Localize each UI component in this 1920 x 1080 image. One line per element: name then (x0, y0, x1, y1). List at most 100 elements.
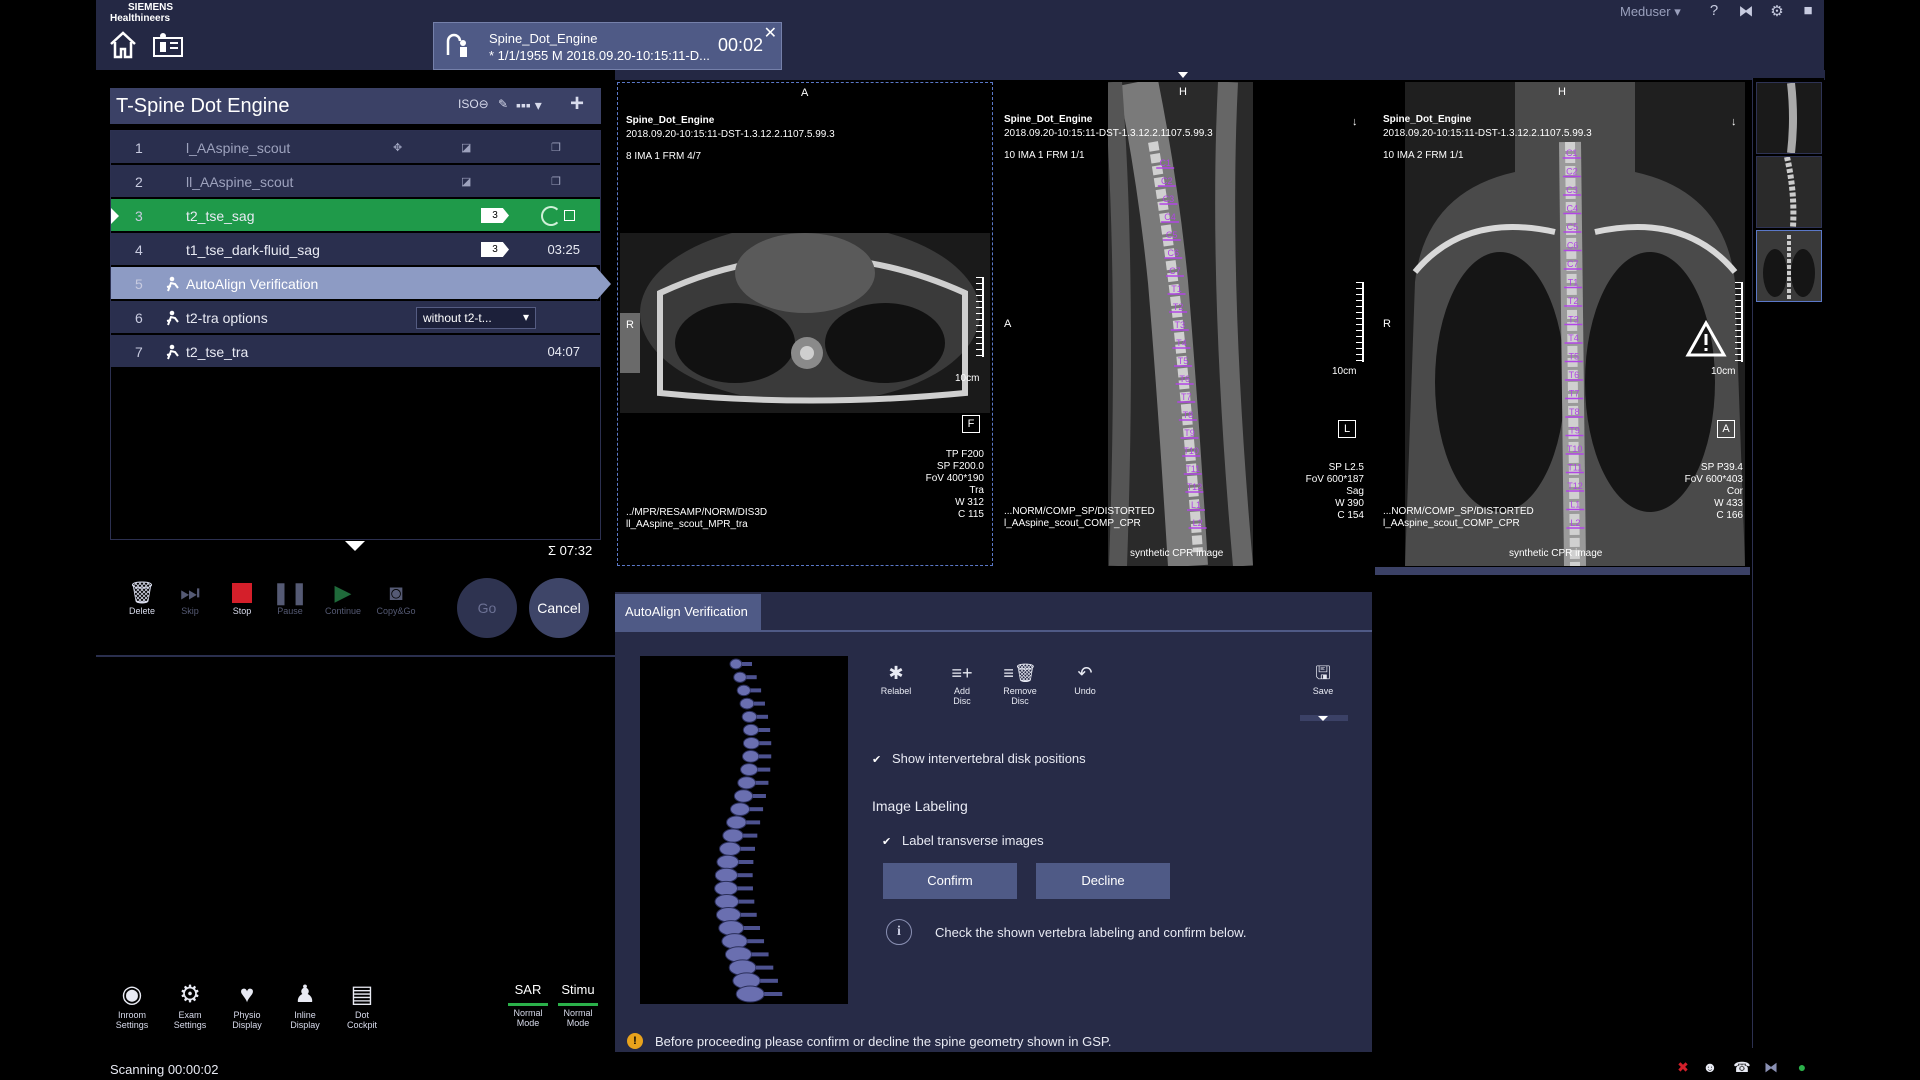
go-button[interactable]: Go (457, 578, 517, 638)
relabel-button[interactable]: ✱ Relabel (871, 660, 921, 696)
spinous-process (749, 807, 764, 812)
warning-message: Before proceeding please confirm or decl… (655, 1034, 1112, 1049)
vertebra-body (741, 710, 758, 723)
down-arrow-icon[interactable]: ↓ (1731, 116, 1737, 128)
patient-elapsed-time: 00:02 (718, 35, 764, 55)
orientation-cube-icon[interactable]: L (1338, 420, 1356, 438)
vertebra-label: T8 (1569, 407, 1580, 417)
person-status-icon[interactable]: ☻ (1701, 1058, 1719, 1076)
protocol-row-running[interactable]: 3 t2_tse_sag 3 (111, 199, 600, 233)
gear-icon[interactable]: ⚙ (1767, 2, 1787, 20)
vertebra-body (714, 880, 739, 896)
confirm-button[interactable]: Confirm (883, 863, 1017, 899)
viewer-sagittal[interactable]: C1 C2 C3 C4 C5 C6 C7 T1 T2 T3 T4 T5 T6 T7 T8 T9 T10 T11 T1… (996, 82, 1372, 566)
help-icon[interactable]: ? (1704, 2, 1724, 19)
move-icon[interactable]: ✥ (393, 141, 402, 154)
thumbnail-selected[interactable] (1756, 230, 1822, 302)
orientation-left: R (1383, 318, 1391, 330)
orientation-cube-icon[interactable]: A (1717, 420, 1735, 438)
add-icon[interactable]: + (570, 90, 584, 118)
dot-cockpit-button[interactable]: ▤ Dot Cockpit (334, 980, 390, 1030)
tool-label: Cockpit (346, 1020, 377, 1030)
inroom-settings-button[interactable]: ◉ Inroom Settings (104, 980, 160, 1030)
vertebra-body (726, 815, 747, 830)
thumbnail[interactable] (1756, 156, 1822, 228)
close-icon[interactable]: ✕ (764, 23, 777, 43)
spinous-process (755, 965, 774, 970)
protocol-row[interactable]: 4 t1_tse_dark-fluid_sag 3 03:25 (111, 233, 600, 267)
tab-autoalign-verification[interactable]: AutoAlign Verification (615, 594, 761, 630)
copy-go-label: Copy&Go (376, 606, 416, 616)
t2-tra-options-select[interactable]: without t2-t... ▾ (416, 307, 536, 329)
inline-display-button[interactable]: ♟ Inline Display (277, 980, 333, 1030)
spinous-process (740, 912, 757, 917)
copy-icon[interactable]: ❐ (551, 141, 561, 154)
save-button[interactable]: 🖫 Save (1298, 660, 1348, 696)
viewer-series-name: l_AAspine_scout_COMP_CPR (1004, 518, 1141, 529)
viewer-coronal[interactable]: C1 C2 C3 C4 C5 C6 C7 T1 T2 T3 T4 T5 T6 T7 T8 T9 T10 T11 T1… (1375, 82, 1751, 566)
protocol-row-selected[interactable]: 5 AutoAlign Verification (111, 267, 611, 301)
protocol-row[interactable]: 6 t2-tra options without t2-t... ▾ (111, 301, 600, 335)
viewer-footer: synthetic CPR image (1130, 548, 1224, 559)
error-icon[interactable]: ✖ (1674, 1058, 1692, 1076)
row-name: AutoAlign Verification (186, 276, 319, 292)
delete-button[interactable]: 🗑 Delete (116, 580, 168, 616)
down-arrow-icon[interactable]: ↓ (1352, 116, 1358, 128)
stop-button[interactable]: Stop (216, 580, 268, 616)
copy-icon[interactable]: ❐ (551, 175, 561, 188)
bowtie-icon[interactable]: ⧓ (1736, 2, 1756, 20)
vertebra-label: T4 (1176, 338, 1187, 348)
decline-button[interactable]: Decline (1036, 863, 1170, 899)
edit-icon[interactable]: ◪ (461, 175, 471, 188)
copy-go-button[interactable]: ◙ Copy&Go (370, 580, 422, 616)
mri-sagittal-image: C1 C2 C3 C4 C5 C6 C7 T1 T2 T3 T4 T5 T6 T7 T8 T9 T10 T11 T1… (1108, 82, 1253, 566)
phone-icon[interactable]: ☎ (1733, 1058, 1751, 1076)
protocol-row[interactable]: 7 t2_tse_tra 04:07 (111, 335, 600, 369)
user-menu[interactable]: Meduser ▾ (1620, 4, 1681, 20)
vertebra-body (742, 736, 760, 750)
logo-line-1: SIEMENS (128, 2, 174, 13)
vertebra-label: C6 (1168, 248, 1180, 258)
exam-icon[interactable] (152, 30, 186, 60)
row-number: 2 (135, 174, 143, 190)
viewer-transverse[interactable]: A Spine_Dot_Engine 2018.09.20-10:15:11-D… (617, 82, 993, 566)
patient-card[interactable]: Spine_Dot_Engine * 1/1/1955 M 2018.09.20… (433, 22, 782, 70)
show-disks-checkbox[interactable]: ✔ Show intervertebral disk positions (872, 751, 1086, 766)
camera-icon[interactable]: ■ (1798, 2, 1818, 19)
protocol-row[interactable]: 2 ll_AAspine_scout ◪ ❐ (111, 165, 600, 199)
globe-icon[interactable]: ● (1793, 1058, 1811, 1076)
spine-3d-view[interactable] (640, 656, 848, 1004)
expand-icon[interactable] (1178, 72, 1188, 78)
vertebra-label: C7 (1567, 259, 1579, 269)
edit-icon[interactable]: ◪ (461, 141, 471, 154)
cancel-button[interactable]: Cancel (529, 578, 589, 638)
bowtie-icon[interactable]: ⧓ (1762, 1058, 1780, 1076)
orientation-cube-icon[interactable]: F (962, 415, 980, 433)
stop-label: Stop (232, 606, 252, 616)
collapse-icon[interactable] (345, 541, 365, 551)
gear-icon: ⚙ (179, 981, 201, 1008)
tool-label: Display (290, 1020, 320, 1030)
thumbnail[interactable] (1756, 82, 1822, 154)
row-name: l_AAspine_scout (186, 140, 291, 156)
stop-square-icon[interactable] (564, 210, 575, 221)
tool-label: Inline (294, 1010, 316, 1020)
protocol-row[interactable]: 1 l_AAspine_scout ✥ ◪ ❐ (111, 131, 600, 165)
row-name: t2_tse_sag (186, 208, 255, 224)
label-transverse-checkbox[interactable]: ✔ Label transverse images (882, 833, 1044, 848)
physio-display-button[interactable]: ♥ Physio Display (219, 980, 275, 1030)
iso-button[interactable]: ISO⊖ (458, 97, 489, 111)
param-line: Tra (969, 485, 984, 496)
add-disc-button[interactable]: ≡+ Add Disc (937, 660, 987, 706)
more-icon[interactable]: ▪▪▪ ▾ (516, 97, 542, 114)
exam-settings-button[interactable]: ⚙ Exam Settings (162, 980, 218, 1030)
continue-button[interactable]: ▶ Continue (317, 580, 369, 616)
undo-button[interactable]: ↶ Undo (1060, 660, 1110, 696)
remove-disc-button[interactable]: ≡🗑 Remove Disc (995, 660, 1045, 706)
skip-button[interactable]: ⏭ Skip (164, 580, 216, 616)
pause-button[interactable]: ❚❚ Pause (264, 580, 316, 616)
param-line: SP L2.5 (1328, 462, 1364, 473)
skip-label: Skip (181, 606, 199, 616)
edit-icon[interactable]: ✎ (498, 97, 508, 111)
home-icon[interactable] (108, 30, 138, 60)
